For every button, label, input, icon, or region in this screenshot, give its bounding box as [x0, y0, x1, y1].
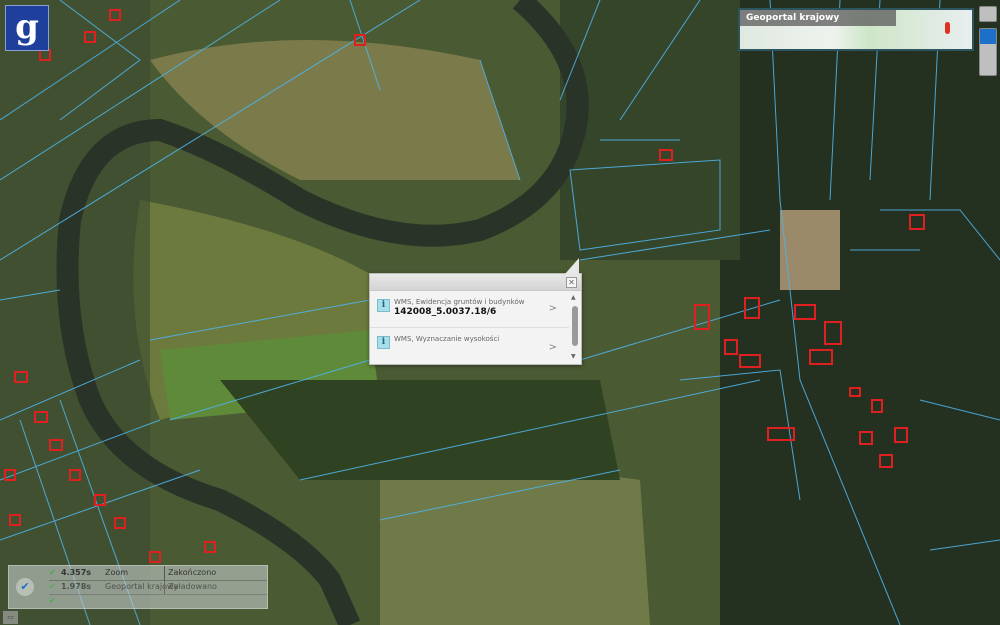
- close-icon[interactable]: ✕: [566, 277, 577, 288]
- overview-map[interactable]: Geoportal krajowy: [738, 8, 974, 51]
- zoom-mid-icon[interactable]: [980, 44, 996, 59]
- layer-switch-icon[interactable]: [979, 6, 997, 22]
- scroll-thumb[interactable]: [572, 306, 578, 346]
- info-icon: i: [377, 299, 390, 312]
- result-source: WMS, Ewidencja gruntów i budynków: [394, 298, 525, 306]
- check-icon: ✔: [49, 568, 56, 577]
- logo-letter: g: [15, 7, 39, 47]
- scroll-down-icon[interactable]: ▼: [571, 353, 576, 360]
- result-value: 142008_5.0037.18/6: [394, 307, 497, 317]
- status-panel: ✔ ✔ 4.357s Zoom Zakończono ✔ 1.978s Geop…: [8, 565, 268, 609]
- check-icon: ✔: [49, 582, 56, 591]
- feature-info-popup: ✕ i WMS, Ewidencja gruntów i budynków 14…: [369, 258, 582, 365]
- status-time: 1.978s: [61, 582, 92, 591]
- checkmark-icon[interactable]: ✔: [16, 578, 34, 596]
- info-icon: i: [377, 336, 390, 349]
- popup-scrollbar[interactable]: ▲ ▼: [571, 294, 579, 360]
- check-icon: ✔: [49, 596, 56, 605]
- result-item[interactable]: i WMS, Wyznaczanie wysokości >: [370, 328, 569, 364]
- zoom-in-icon[interactable]: [980, 29, 996, 44]
- zoom-control: [979, 28, 997, 76]
- chevron-right-icon[interactable]: >: [549, 342, 557, 353]
- status-time: 4.357s: [61, 568, 92, 577]
- popup-header: [370, 274, 581, 291]
- result-item[interactable]: i WMS, Ewidencja gruntów i budynków 1420…: [370, 291, 569, 328]
- status-row: ✔ 1.978s Geoportal krajowy Załadowano: [49, 580, 267, 595]
- chevron-right-icon[interactable]: >: [549, 303, 557, 314]
- scroll-up-icon[interactable]: ▲: [571, 294, 576, 301]
- popup-tail: [565, 258, 579, 274]
- status-state: Załadowano: [164, 580, 217, 594]
- zoom-out-icon[interactable]: [980, 59, 996, 74]
- geoportal-logo[interactable]: g: [5, 5, 49, 51]
- status-name: Zoom: [105, 568, 129, 577]
- status-row: ✔: [49, 594, 267, 608]
- location-pin-icon: [945, 22, 950, 34]
- overview-label: Geoportal krajowy: [740, 10, 896, 26]
- status-row: ✔ 4.357s Zoom Zakończono: [49, 566, 267, 581]
- expand-panel-icon[interactable]: ▭: [3, 611, 18, 624]
- result-source: WMS, Wyznaczanie wysokości: [394, 335, 500, 343]
- status-state: Zakończono: [164, 566, 216, 580]
